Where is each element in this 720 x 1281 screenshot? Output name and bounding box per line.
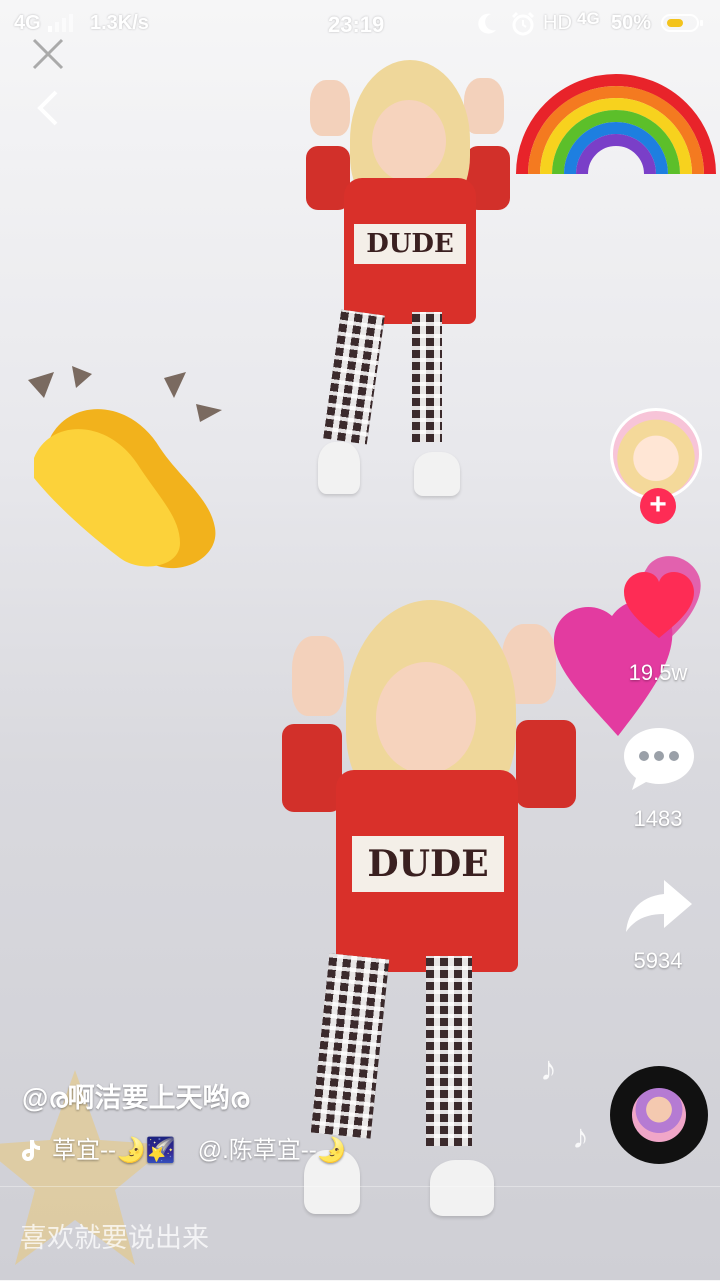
dancer-figure-bottom: DUDE [280, 600, 580, 1220]
music-title: 草宜--🌛🌠 [52, 1137, 176, 1164]
comment-count: 1483 [633, 806, 683, 831]
comment-icon[interactable] [622, 724, 696, 794]
shirt-text-bottom: DUDE [352, 836, 504, 892]
dancer-figure-top: DUDE [300, 60, 520, 510]
clapping-hands-sticker [28, 366, 222, 569]
author-name[interactable]: @ര啊洁要上天哟ര [22, 1076, 249, 1115]
music-artist: @.陈草宜--🌛 [197, 1137, 347, 1164]
music-disc[interactable] [610, 1066, 708, 1164]
music-note-icon: ♪ [540, 1050, 557, 1088]
like-count: 19.5w [628, 660, 688, 685]
comment-input[interactable]: 喜欢就要说出来 [20, 1216, 209, 1255]
rainbow-sticker [516, 74, 716, 175]
music-note-icon: ♪ [572, 1118, 589, 1156]
like-heart-icon[interactable] [622, 572, 696, 642]
tiktok-note-icon [22, 1140, 40, 1161]
share-icon[interactable] [624, 876, 694, 936]
share-count: 5934 [633, 948, 683, 973]
shirt-text-top: DUDE [354, 224, 466, 264]
music-info[interactable]: 草宜--🌛🌠 @.陈草宜--🌛 [20, 1130, 347, 1165]
music-cover [632, 1088, 686, 1142]
follow-button[interactable]: + [640, 488, 676, 524]
